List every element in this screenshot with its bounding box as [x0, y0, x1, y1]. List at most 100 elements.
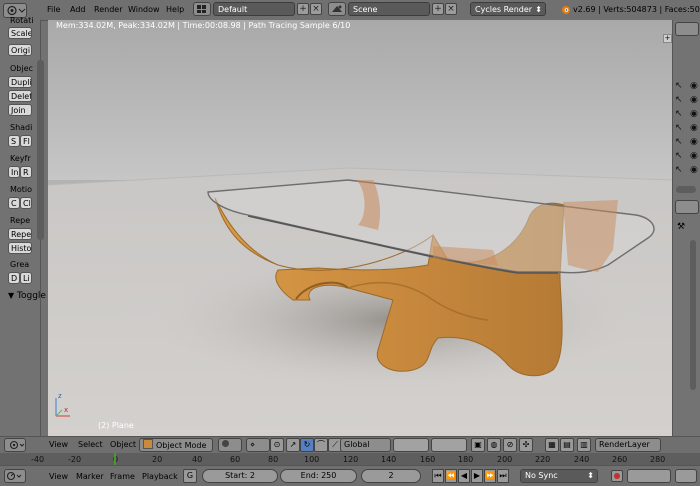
viewport-shading-select[interactable] [218, 438, 242, 452]
layers-grid-1[interactable] [393, 438, 429, 452]
jump-start-icon[interactable]: ⏮ [432, 469, 444, 483]
panel-object-label: Objec [10, 64, 33, 73]
cursor-icon[interactable]: ↖ [675, 110, 684, 119]
eye-icon[interactable]: ◉ [690, 124, 699, 133]
jump-keyframe-back-icon[interactable]: ⏪ [445, 469, 457, 483]
delete-scene-button[interactable]: × [445, 3, 457, 15]
start-frame-field[interactable]: Start: 2 [202, 469, 278, 483]
proportional-edit-icon[interactable]: ⊙ [270, 438, 284, 452]
keyframe-insert-icon[interactable] [675, 469, 697, 483]
end-frame-field[interactable]: End: 250 [280, 469, 357, 483]
play-icon[interactable]: ▶ [471, 469, 483, 483]
tool-shelf-scrollbar[interactable] [37, 60, 44, 240]
cursor-icon[interactable]: ↖ [675, 124, 684, 133]
ruler-tick: 60 [230, 455, 241, 464]
cursor-icon[interactable]: ↖ [675, 152, 684, 161]
render-engine-value: Cycles Render [475, 5, 533, 14]
expand-panel-plus-icon[interactable]: + [663, 34, 672, 43]
jump-end-icon[interactable]: ⏭ [497, 469, 509, 483]
toggle-label[interactable]: Toggle [17, 291, 46, 301]
render-layer-select[interactable]: RenderLayer [595, 438, 661, 452]
jump-keyframe-forward-icon[interactable]: ⏩ [484, 469, 496, 483]
scene-icon[interactable] [328, 2, 346, 16]
timeline-menu-frame[interactable]: Frame [110, 472, 135, 481]
snap-magnet-icon[interactable]: ⊘ [503, 438, 517, 452]
current-frame-field[interactable]: 2 [361, 469, 421, 483]
repeat-last-button[interactable]: Repe [8, 228, 32, 240]
wrench-icon[interactable]: ⚒ [677, 222, 685, 232]
rotate-manipulator-icon[interactable]: ↻ [300, 438, 314, 452]
line-button[interactable]: Li [20, 272, 32, 284]
eye-icon[interactable]: ◉ [690, 166, 699, 175]
menu-file[interactable]: File [47, 2, 60, 17]
3d-view-editor-icon[interactable] [4, 438, 26, 452]
sync-mode-select[interactable]: No Sync ⬍ [520, 469, 598, 483]
pivot-point-select[interactable]: ⋄ [246, 438, 270, 452]
delete-layout-button[interactable]: × [310, 3, 322, 15]
auto-keying-record-icon[interactable] [611, 470, 623, 482]
mode-select[interactable]: Object Mode [139, 438, 213, 452]
timeline-menu-marker[interactable]: Marker [76, 472, 104, 481]
snap-element-icon[interactable]: ◍ [487, 438, 501, 452]
eye-icon[interactable]: ◉ [690, 138, 699, 147]
insert-keyframe-button[interactable]: In [8, 166, 20, 178]
timeline-editor-icon[interactable] [4, 469, 26, 483]
shade-smooth-button[interactable]: S [8, 135, 20, 147]
origin-button[interactable]: Origi [8, 44, 32, 56]
header-menu-select[interactable]: Select [78, 440, 103, 449]
properties-scrollbar[interactable] [690, 240, 696, 390]
duplicate-button[interactable]: Dupli [8, 76, 32, 88]
draw-button[interactable]: D [8, 272, 20, 284]
render-image-icon[interactable]: ▦ [545, 438, 559, 452]
blender-logo-icon [560, 4, 570, 14]
header-menu-view[interactable]: View [49, 440, 68, 449]
scale-button[interactable]: Scale [8, 27, 32, 39]
eye-icon[interactable]: ◉ [690, 82, 699, 91]
calculate-paths-button[interactable]: C [8, 197, 20, 209]
cursor-icon[interactable]: ↖ [675, 82, 684, 91]
opengl-render-icon[interactable]: ▥ [577, 438, 591, 452]
scene-field[interactable]: Scene [348, 2, 430, 16]
header-menu-object[interactable]: Object [110, 440, 136, 449]
cursor-icon[interactable]: ↖ [675, 166, 684, 175]
keying-set-field[interactable] [627, 469, 671, 483]
3d-viewport[interactable]: z x [48, 20, 672, 436]
history-button[interactable]: Histo [8, 242, 32, 254]
add-scene-button[interactable]: + [432, 3, 444, 15]
menu-help[interactable]: Help [166, 2, 184, 17]
transform-orientation-select[interactable]: Global [340, 438, 391, 452]
add-layout-button[interactable]: + [297, 3, 309, 15]
eye-icon[interactable]: ◉ [690, 152, 699, 161]
lock-layers-icon[interactable]: ▣ [471, 438, 485, 452]
translate-manipulator-icon[interactable]: ↗ [286, 438, 300, 452]
remove-keyframe-button[interactable]: R [20, 166, 32, 178]
cursor-icon[interactable]: ↖ [675, 138, 684, 147]
timeline-menu-view[interactable]: View [49, 472, 68, 481]
outliner-editor-icon[interactable] [675, 22, 699, 36]
screen-layout-field[interactable]: Default [213, 2, 295, 16]
preview-range-icon[interactable]: G [183, 469, 197, 483]
layers-grid-2[interactable] [431, 438, 467, 452]
properties-editor-icon[interactable] [675, 200, 699, 214]
render-engine-select[interactable]: Cycles Render ⬍ [470, 2, 546, 16]
delete-button[interactable]: Delet [8, 90, 32, 102]
axis-x-label: x [64, 406, 68, 414]
eye-icon[interactable]: ◉ [690, 110, 699, 119]
join-button[interactable]: Join [8, 104, 32, 116]
outliner-scrollbar[interactable] [676, 186, 696, 193]
eye-icon[interactable]: ◉ [690, 96, 699, 105]
scale-manipulator-icon[interactable]: ⌒ [314, 438, 328, 452]
clear-paths-button[interactable]: Cl [20, 197, 32, 209]
snap-target-icon[interactable]: ✣ [519, 438, 533, 452]
screen-layout-icon[interactable] [193, 2, 211, 16]
timeline-menu-playback[interactable]: Playback [142, 472, 178, 481]
current-frame-playhead[interactable] [114, 453, 116, 465]
menu-add[interactable]: Add [70, 2, 86, 17]
render-animation-icon[interactable]: ▤ [560, 438, 574, 452]
menu-window[interactable]: Window [128, 2, 160, 17]
play-reverse-icon[interactable]: ◀ [458, 469, 470, 483]
render-layer-value: RenderLayer [599, 440, 650, 449]
menu-render[interactable]: Render [94, 2, 122, 17]
shade-flat-button[interactable]: Fl [20, 135, 32, 147]
cursor-icon[interactable]: ↖ [675, 96, 684, 105]
